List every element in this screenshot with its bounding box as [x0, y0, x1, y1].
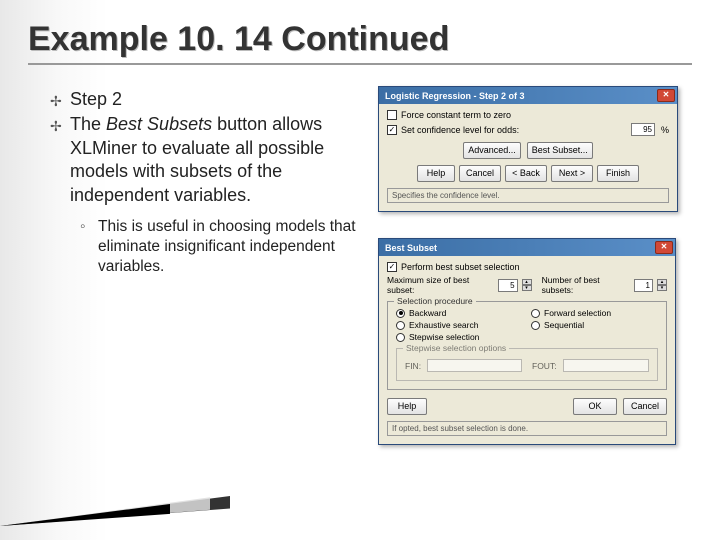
spinner-icon[interactable]: ▴▾: [657, 279, 667, 291]
dialog-titlebar[interactable]: Logistic Regression - Step 2 of 3 ✕: [379, 87, 677, 104]
confidence-input[interactable]: 95: [631, 123, 655, 136]
checkbox-icon[interactable]: [387, 262, 397, 272]
fout-input[interactable]: [563, 359, 649, 372]
fout-label: FOUT:: [532, 361, 557, 371]
text-fragment: The: [70, 114, 106, 134]
text-emphasis: Best Subsets: [106, 114, 212, 134]
percent-label: %: [661, 125, 669, 135]
slide-title: Example 10. 14 Continued: [0, 0, 720, 59]
checkbox-label: Force constant term to zero: [401, 110, 511, 120]
bullet-2: ✢ The Best Subsets button allows XLMiner…: [50, 113, 360, 207]
dialog-best-subset: Best Subset ✕ Perform best subset select…: [378, 238, 676, 445]
sub-bullet-mark-icon: ◦: [80, 217, 98, 277]
dialog-title: Best Subset: [385, 243, 437, 253]
max-size-label: Maximum size of best subset:: [387, 275, 494, 295]
num-best-input[interactable]: 1: [634, 279, 653, 292]
bullet-mark-icon: ✢: [50, 113, 70, 207]
fin-label: FIN:: [405, 361, 421, 371]
spinner-icon[interactable]: ▴▾: [522, 279, 532, 291]
radio-sequential[interactable]: Sequential: [531, 320, 658, 330]
checkbox-icon[interactable]: [387, 110, 397, 120]
close-icon[interactable]: ✕: [655, 241, 673, 254]
help-button[interactable]: Help: [417, 165, 455, 182]
dialog-body: Force constant term to zero Set confiden…: [379, 104, 677, 211]
radio-icon[interactable]: [531, 321, 540, 330]
dialog-title: Logistic Regression - Step 2 of 3: [385, 91, 525, 101]
radio-label: Stepwise selection: [409, 332, 479, 342]
group-legend: Stepwise selection options: [403, 343, 509, 353]
radio-label: Forward selection: [544, 308, 611, 318]
radio-label: Exhaustive search: [409, 320, 478, 330]
fin-input[interactable]: [427, 359, 522, 372]
radio-icon[interactable]: [396, 309, 405, 318]
radio-exhaustive[interactable]: Exhaustive search: [396, 320, 523, 330]
stepwise-options-group: Stepwise selection options FIN: FOUT:: [396, 348, 658, 381]
slide-body: ✢ Step 2 ✢ The Best Subsets button allow…: [50, 88, 360, 277]
bullet-2-text: The Best Subsets button allows XLMiner t…: [70, 113, 360, 207]
status-text: If opted, best subset selection is done.: [387, 421, 667, 436]
close-icon[interactable]: ✕: [657, 89, 675, 102]
button-row-nav: Help Cancel < Back Next > Finish: [387, 165, 669, 182]
cancel-button[interactable]: Cancel: [623, 398, 667, 415]
cancel-button[interactable]: Cancel: [459, 165, 501, 182]
radio-forward[interactable]: Forward selection: [531, 308, 658, 318]
finish-button[interactable]: Finish: [597, 165, 639, 182]
checkbox-icon[interactable]: [387, 125, 397, 135]
slide: Example 10. 14 Continued ✢ Step 2 ✢ The …: [0, 0, 720, 540]
radio-stepwise[interactable]: Stepwise selection: [396, 332, 523, 342]
best-subset-button[interactable]: Best Subset...: [527, 142, 593, 159]
decorative-wedge: [0, 456, 230, 526]
max-size-input[interactable]: 5: [498, 279, 517, 292]
radio-icon[interactable]: [396, 333, 405, 342]
subset-size-row: Maximum size of best subset: 5 ▴▾ Number…: [387, 275, 667, 295]
checkbox-perform-best-subset[interactable]: Perform best subset selection: [387, 262, 667, 272]
bullet-1: ✢ Step 2: [50, 88, 360, 111]
checkbox-force-constant[interactable]: Force constant term to zero: [387, 110, 669, 120]
radio-backward[interactable]: Backward: [396, 308, 523, 318]
dialog-titlebar[interactable]: Best Subset ✕: [379, 239, 675, 256]
dialog-body: Perform best subset selection Maximum si…: [379, 256, 675, 444]
selection-procedure-group: Selection procedure Backward Forward sel…: [387, 301, 667, 390]
checkbox-label: Set confidence level for odds:: [401, 125, 519, 135]
back-button[interactable]: < Back: [505, 165, 547, 182]
radio-label: Sequential: [544, 320, 584, 330]
checkbox-label: Perform best subset selection: [401, 262, 520, 272]
radio-icon[interactable]: [531, 309, 540, 318]
dialog-button-row: Help OK Cancel: [387, 398, 667, 415]
advanced-button[interactable]: Advanced...: [463, 142, 521, 159]
dialog-logistic-regression: Logistic Regression - Step 2 of 3 ✕ Forc…: [378, 86, 678, 212]
sub-bullet-1-text: This is useful in choosing models that e…: [98, 217, 360, 277]
bullet-1-text: Step 2: [70, 88, 122, 111]
num-best-label: Number of best subsets:: [542, 275, 630, 295]
ok-button[interactable]: OK: [573, 398, 617, 415]
radio-label: Backward: [409, 308, 446, 318]
help-button[interactable]: Help: [387, 398, 427, 415]
status-text: Specifies the confidence level.: [387, 188, 669, 203]
checkbox-confidence-level[interactable]: Set confidence level for odds: 95 %: [387, 123, 669, 136]
next-button[interactable]: Next >: [551, 165, 593, 182]
sub-bullet-1: ◦ This is useful in choosing models that…: [80, 217, 360, 277]
group-legend: Selection procedure: [394, 296, 476, 306]
button-row-options: Advanced... Best Subset...: [387, 142, 669, 159]
radio-icon[interactable]: [396, 321, 405, 330]
bullet-mark-icon: ✢: [50, 88, 70, 111]
title-underline: [28, 63, 692, 65]
